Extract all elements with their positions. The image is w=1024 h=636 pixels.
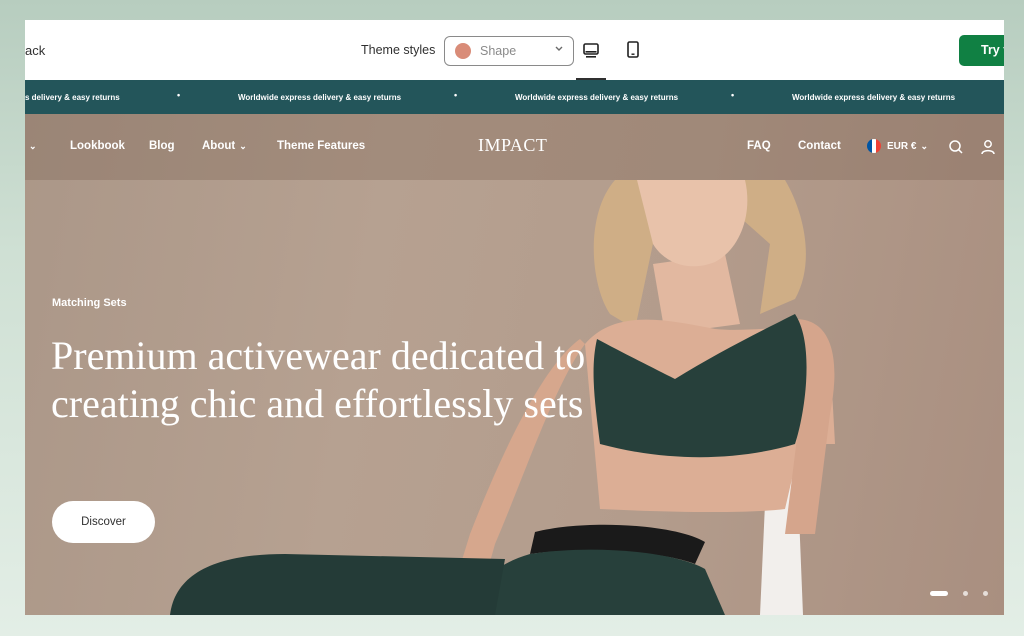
nav-item-lookbook[interactable]: Lookbook [70, 140, 125, 152]
editor-toolbar: ack Theme styles Shape Try t [25, 20, 1004, 80]
slide-dot[interactable] [963, 591, 968, 596]
announcement-item: Worldwide express delivery & easy return… [238, 93, 402, 102]
announcement-item: Worldwide express delivery & easy return… [515, 93, 679, 102]
nav-item-label: About [202, 140, 236, 152]
nav-item-contact[interactable]: Contact [798, 140, 841, 152]
nav-item-faq[interactable]: FAQ [747, 140, 771, 152]
theme-style-value: Shape [480, 44, 517, 58]
desktop-view-button[interactable] [576, 38, 606, 80]
mobile-icon [627, 41, 639, 58]
swatch-icon [455, 43, 471, 59]
slide-dot[interactable] [983, 591, 988, 596]
separator-dot: • [731, 90, 735, 100]
nav-item-about[interactable]: About ⌄ [202, 140, 247, 152]
announcement-item: Worldwide express delivery & easy return… [792, 93, 956, 102]
currency-label: EUR € [887, 141, 917, 152]
mobile-view-button[interactable] [618, 38, 648, 64]
discover-button[interactable]: Discover [52, 501, 155, 543]
try-theme-button[interactable]: Try t [959, 35, 1004, 66]
nav-item-theme-features[interactable]: Theme Features [277, 140, 365, 152]
hero-eyebrow: Matching Sets [52, 297, 127, 309]
separator-dot: • [177, 90, 181, 100]
chevron-down-icon: ⌄ [920, 141, 928, 151]
currency-selector[interactable]: EUR € ⌄ [887, 141, 928, 152]
account-icon[interactable] [979, 138, 997, 156]
chevron-down-icon [555, 46, 563, 51]
chevron-down-icon: ⌄ [239, 141, 247, 151]
theme-styles-label: Theme styles [361, 43, 436, 57]
nav-item-blog[interactable]: Blog [149, 140, 175, 152]
announcement-item: s delivery & easy returns [25, 93, 120, 102]
search-icon[interactable] [947, 138, 965, 156]
site-logo[interactable]: IMPACT [478, 135, 547, 156]
hero-section: ⌄ Lookbook Blog About ⌄ Theme Features IM… [25, 114, 1004, 615]
editor-frame: ack Theme styles Shape Try t s delivery [25, 20, 1004, 615]
back-link[interactable]: ack [25, 43, 45, 58]
nav-item-menu[interactable]: ⌄ [25, 140, 37, 152]
france-flag-icon [867, 139, 881, 153]
chevron-down-icon: ⌄ [29, 141, 37, 151]
hero-headline: Premium activewear dedicated to creating… [51, 333, 586, 426]
announcement-bar: s delivery & easy returns • Worldwide ex… [25, 80, 1004, 114]
slide-dot-active[interactable] [930, 591, 948, 596]
desktop-icon [583, 43, 599, 58]
theme-style-select[interactable]: Shape [444, 36, 574, 66]
separator-dot: • [454, 90, 458, 100]
